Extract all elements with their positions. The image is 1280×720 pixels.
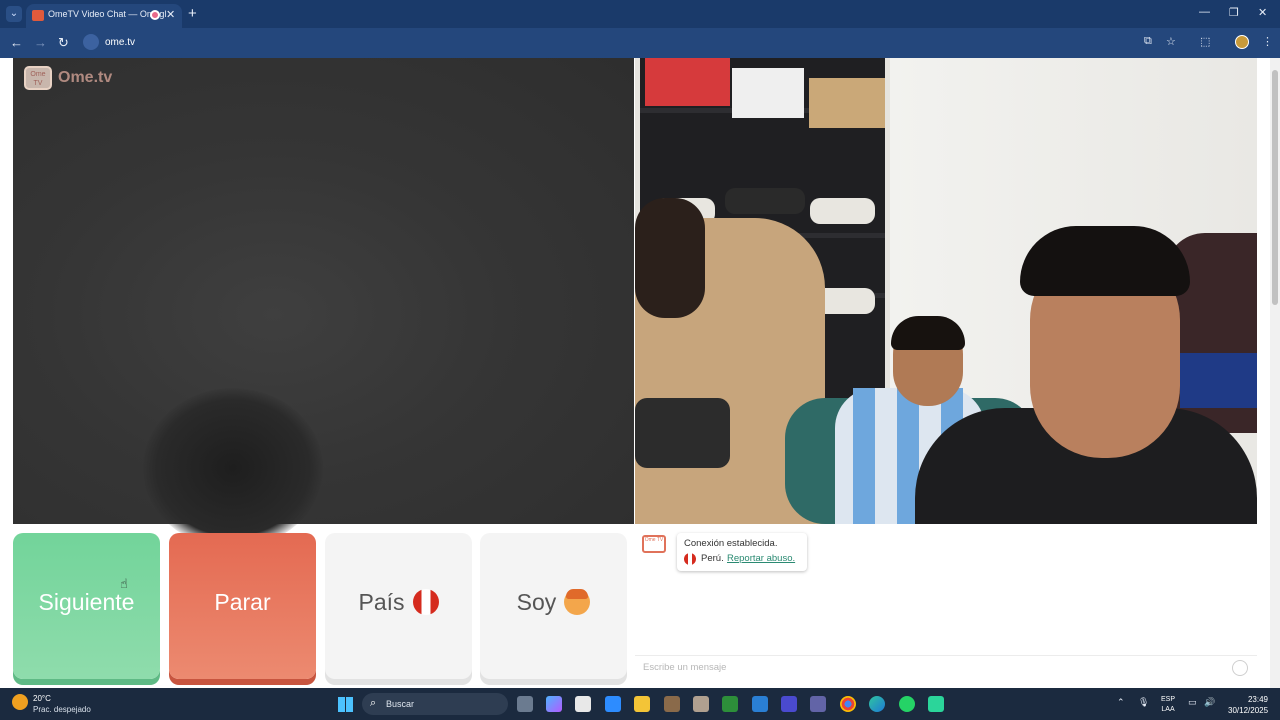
system-clock[interactable]: 23:49 30/12/2025 (1228, 694, 1268, 716)
app-icon[interactable] (664, 696, 680, 712)
copilot-icon[interactable] (546, 696, 562, 712)
report-abuse-link[interactable]: Reportar abuso. (727, 553, 795, 564)
windows-start-icon[interactable] (338, 697, 353, 712)
back-arrow-icon[interactable]: ← (10, 35, 23, 50)
logo-tv-icon: Ome TV (24, 66, 52, 90)
chat-ometv-icon: Ome TV (642, 535, 666, 553)
next-label: Siguiente (38, 589, 135, 615)
tab-title: OmeTV Video Chat — Omegle (48, 9, 166, 19)
display-icon[interactable]: ▭ (1188, 697, 1197, 708)
store-icon[interactable] (575, 696, 591, 712)
person-left-head (635, 198, 705, 318)
tab-search-icon[interactable]: ⌄ (6, 6, 22, 22)
search-label: Buscar (386, 699, 415, 709)
boy-face-icon (564, 588, 591, 615)
gender-label: Soy (516, 589, 557, 615)
extensions-icon[interactable]: ⬚ (1200, 35, 1210, 48)
country-button[interactable]: País (325, 533, 472, 679)
microphone-icon[interactable]: 🎙 (1138, 697, 1149, 708)
minimize-button[interactable]: — (1199, 6, 1210, 18)
address-url[interactable]: ome.tv (105, 37, 135, 48)
task-view-icon[interactable] (517, 696, 533, 712)
date: 30/12/2025 (1228, 706, 1269, 715)
site-info-icon[interactable] (83, 34, 99, 50)
hand-cursor-icon: ☝ (120, 576, 128, 591)
menu-dots-icon[interactable]: ⋮ (1262, 35, 1273, 48)
partner-country: Perú. (701, 553, 724, 564)
app-icon[interactable] (693, 696, 709, 712)
reload-icon[interactable]: ↻ (58, 35, 69, 51)
next-button[interactable]: Siguiente (13, 533, 160, 679)
country-label: País (358, 589, 405, 615)
chrome-icon[interactable] (840, 696, 856, 712)
shoe-box (645, 58, 730, 106)
blurred-figure (143, 388, 323, 548)
redbull-logo (1180, 353, 1257, 408)
close-window-button[interactable]: ✕ (1258, 6, 1267, 19)
vscode-icon[interactable] (752, 696, 768, 712)
logo-text: Ome.tv (58, 69, 113, 86)
edge-icon[interactable] (869, 696, 885, 712)
whatsapp-icon[interactable] (899, 696, 915, 712)
system-message: Conexión establecida. Perú. Reportar abu… (677, 533, 807, 571)
tray-chevron-icon[interactable]: ⌃ (1117, 697, 1125, 708)
message-input[interactable]: Escribe un mensaje (643, 662, 726, 673)
person-middle-hair (891, 316, 965, 350)
zoom-icon[interactable] (605, 696, 621, 712)
connection-status: Conexión establecida. (684, 538, 778, 549)
layout-code: LAA (1161, 706, 1175, 713)
local-video (13, 58, 634, 548)
recording-indicator-icon (150, 10, 160, 20)
excel-icon[interactable] (722, 696, 738, 712)
shoe-box (809, 78, 885, 128)
browser-toolbar: ← → ↻ (0, 28, 1280, 58)
sneaker (810, 198, 875, 224)
remote-video (635, 58, 1257, 524)
teams-icon[interactable] (810, 696, 826, 712)
shoe-box (732, 68, 804, 118)
browser-tab-bar: ⌄ OmeTV Video Chat — Omegle ✕ + — ❐ ✕ (0, 0, 1280, 28)
folder-icon[interactable] (634, 696, 650, 712)
language-code: ESP (1161, 696, 1176, 703)
install-app-icon[interactable]: ⧉ (1144, 35, 1152, 48)
divider (635, 655, 1257, 656)
page-scrollbar[interactable] (1270, 58, 1280, 688)
person-right-hair (1020, 226, 1190, 296)
gender-button[interactable]: Soy (480, 533, 627, 679)
volume-icon[interactable]: 🔊 (1204, 697, 1215, 708)
forward-arrow-icon[interactable]: → (34, 35, 47, 50)
input-language[interactable]: ESP LAA (1161, 695, 1175, 715)
temperature: 20°C (33, 694, 51, 703)
weather-icon[interactable] (12, 694, 28, 710)
emoji-icon[interactable] (1232, 660, 1248, 676)
jersey-stripe (853, 388, 875, 524)
app-icon[interactable] (928, 696, 944, 712)
new-tab-button[interactable]: + (188, 5, 197, 22)
peru-flag-icon (684, 553, 696, 565)
stop-button[interactable]: Parar (169, 533, 316, 679)
maximize-button[interactable]: ❐ (1229, 6, 1239, 19)
time: 23:49 (1247, 695, 1268, 704)
scrollbar-thumb[interactable] (1272, 70, 1278, 305)
sneaker (725, 188, 805, 214)
stop-label: Parar (214, 589, 271, 615)
weather-condition: Prac. despejado (33, 705, 91, 714)
app-icon[interactable] (781, 696, 797, 712)
ometv-favicon-icon (32, 10, 44, 21)
profile-avatar[interactable] (1235, 35, 1249, 49)
bookmark-star-icon[interactable]: ☆ (1166, 35, 1176, 48)
search-icon: ⌕ (370, 697, 377, 709)
browser-tab[interactable]: OmeTV Video Chat — Omegle ✕ (26, 4, 182, 28)
tab-close-icon[interactable]: ✕ (166, 8, 175, 21)
peru-flag-icon (412, 588, 439, 615)
taskbar-search[interactable]: ⌕ Buscar (362, 693, 508, 715)
ometv-logo: Ome TV Ome.tv (24, 64, 114, 92)
microphone (635, 398, 730, 468)
